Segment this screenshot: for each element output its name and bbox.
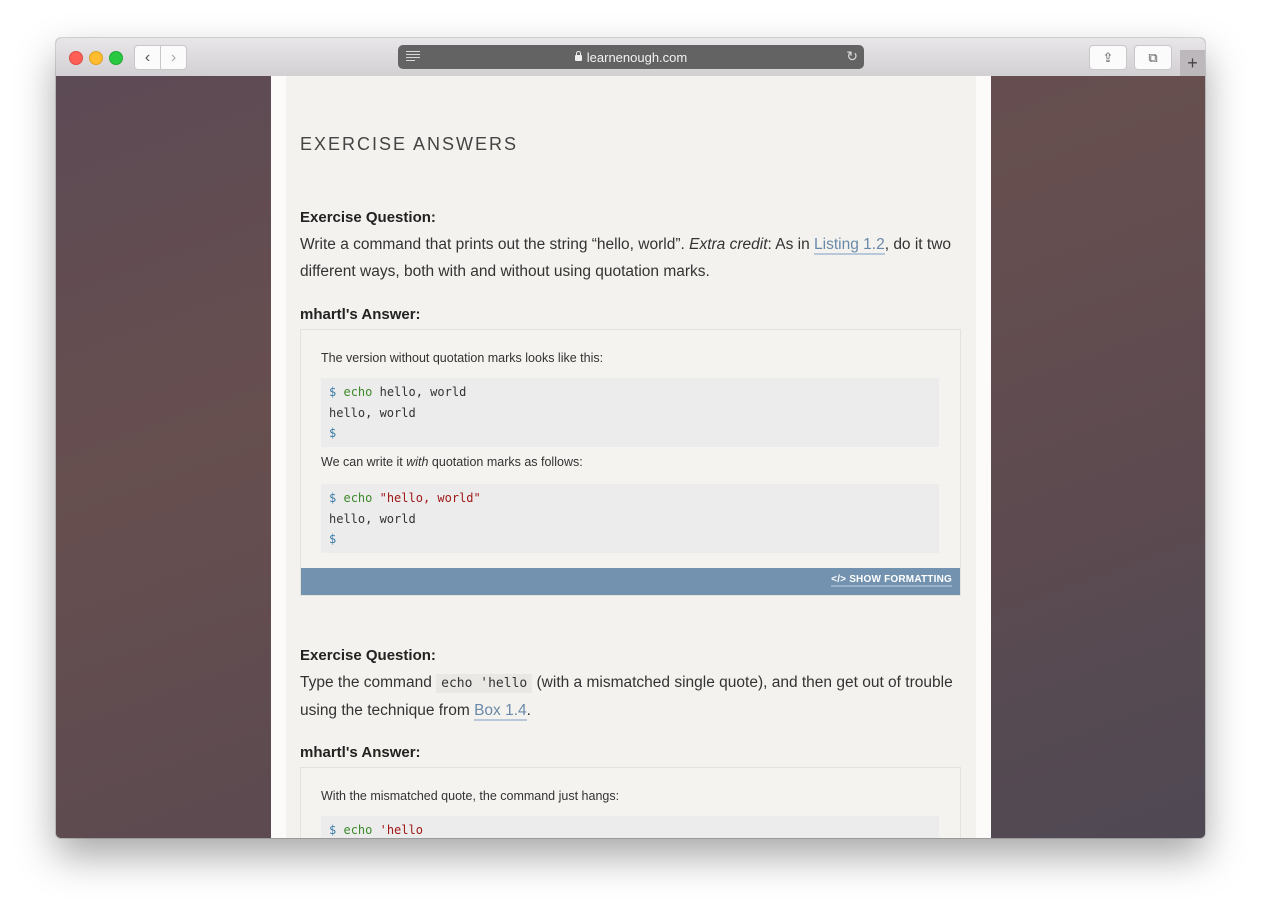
- section-title: EXERCISE ANSWERS: [300, 134, 519, 154]
- exercise-question-label: Exercise Question:: [300, 209, 436, 226]
- share-button[interactable]: ⇪: [1089, 45, 1127, 70]
- answer-text: quotation marks as follows:: [428, 455, 583, 469]
- reader-view-icon[interactable]: [406, 51, 420, 63]
- code-block: $ echo hello, world hello, world $: [321, 378, 939, 447]
- output-line: hello, world: [329, 405, 416, 420]
- question-text: .: [526, 702, 531, 719]
- back-button[interactable]: ‹: [134, 45, 161, 70]
- answer-text: We can write it: [321, 455, 407, 469]
- web-content: EXERCISE ANSWERS Exercise Question: Writ…: [56, 76, 1205, 838]
- answer-box: With the mismatched quote, the command j…: [300, 767, 961, 838]
- command: echo: [343, 491, 373, 505]
- command-args: hello, world: [379, 385, 467, 399]
- plus-icon: +: [1187, 52, 1198, 73]
- string-literal: "hello, world": [379, 491, 481, 505]
- prompt: $: [329, 491, 337, 505]
- address-bar[interactable]: learnenough.com ↻: [398, 45, 864, 69]
- box-link[interactable]: Box 1.4: [474, 702, 527, 721]
- share-icon: ⇪: [1102, 49, 1114, 65]
- question-emphasis: Extra credit: [689, 236, 768, 253]
- exercise-question-label: Exercise Question:: [300, 647, 436, 664]
- close-window-button[interactable]: [69, 51, 83, 65]
- chevron-right-icon: ›: [170, 48, 177, 66]
- question-text: : As in: [767, 236, 815, 253]
- question-text: Write a command that prints out the stri…: [300, 236, 690, 253]
- prompt: $: [329, 426, 337, 440]
- forward-button[interactable]: ›: [160, 45, 187, 70]
- code-block: $ echo 'hello: [321, 816, 939, 838]
- answer-label: mhartl's Answer:: [300, 744, 421, 761]
- new-tab-button[interactable]: +: [1180, 50, 1205, 76]
- chevron-left-icon: ‹: [144, 48, 151, 66]
- answer-label: mhartl's Answer:: [300, 306, 421, 323]
- formatting-bar: </> SHOW FORMATTING: [301, 568, 960, 595]
- show-formatting-button[interactable]: </> SHOW FORMATTING: [831, 574, 952, 587]
- answer-intro: The version without quotation marks look…: [321, 351, 604, 365]
- prompt: $: [329, 823, 337, 837]
- string-literal: 'hello: [379, 823, 423, 837]
- exercise-question-text: Write a command that prints out the stri…: [300, 231, 970, 285]
- answer-emphasis: with: [406, 455, 429, 469]
- answer-box: The version without quotation marks look…: [300, 329, 961, 596]
- command: echo: [343, 823, 373, 837]
- answer-intro: With the mismatched quote, the command j…: [321, 789, 620, 803]
- answer-mid-text: We can write it with quotation marks as …: [321, 455, 583, 469]
- output-line: hello, world: [329, 511, 416, 526]
- prompt: $: [329, 532, 337, 546]
- lock-icon: [574, 51, 582, 61]
- inline-code: echo 'hello: [436, 674, 533, 693]
- minimize-window-button[interactable]: [89, 51, 103, 65]
- exercise-question-text: Type the command echo 'hello (with a mis…: [300, 669, 970, 724]
- zoom-window-button[interactable]: [109, 51, 123, 65]
- url-text: learnenough.com: [586, 49, 688, 65]
- listing-link[interactable]: Listing 1.2: [814, 236, 885, 255]
- question-text: Type the command: [300, 674, 437, 691]
- show-tabs-button[interactable]: ⧉: [1134, 45, 1172, 70]
- reload-icon[interactable]: ↻: [846, 48, 858, 65]
- browser-window: ‹ › learnenough.com ↻ ⇪ ⧉ + EXERCISE ANS…: [56, 38, 1205, 838]
- code-block: $ echo "hello, world" hello, world $: [321, 484, 939, 553]
- browser-toolbar: ‹ › learnenough.com ↻ ⇪ ⧉ +: [56, 38, 1205, 77]
- prompt: $: [329, 385, 337, 399]
- command: echo: [343, 385, 373, 399]
- tabs-icon: ⧉: [1148, 49, 1158, 65]
